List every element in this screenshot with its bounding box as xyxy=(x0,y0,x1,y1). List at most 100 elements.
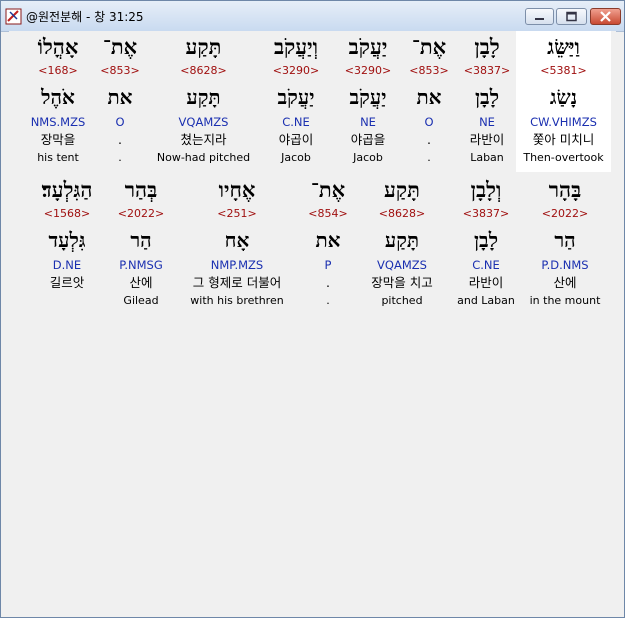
strong-number[interactable]: <3837> xyxy=(450,206,522,222)
word-block[interactable]: וְיַעֲקֹב <3290> יַעֲקֹב C.NE 야곱이 Jacob xyxy=(259,31,333,166)
strong-number[interactable]: <853> xyxy=(404,63,454,79)
strong-number[interactable]: <3837> xyxy=(457,63,517,79)
word-block[interactable]: אֶחָיו <251> אָח NMP.MZS 그 형제로 더불어 with … xyxy=(175,174,299,309)
strong-number[interactable]: <3290> xyxy=(259,63,333,79)
minimize-button[interactable] xyxy=(525,8,554,25)
lemma: את xyxy=(107,85,133,109)
strong-number[interactable]: <5381> xyxy=(516,63,611,79)
morphology: P.NMSG xyxy=(119,258,163,272)
english-gloss: . xyxy=(427,151,431,164)
analysis-panel: וַיַּשֵּׂג <5381> נָשַׂג CW.VHIMZS 쫓아 미치… xyxy=(9,31,616,609)
word-block[interactable]: יַעֲקֹב <3290> יַעֲקֹב NE 야곱을 Jacob xyxy=(336,31,400,166)
morphology: C.NE xyxy=(282,115,310,129)
morphology: CW.VHIMZS xyxy=(530,115,597,129)
close-icon xyxy=(600,11,611,22)
lemma: לָבָן xyxy=(473,228,499,252)
korean-gloss: 장막을 치고 xyxy=(371,275,433,290)
lemma: אָח xyxy=(224,228,250,252)
maximize-button[interactable] xyxy=(556,8,587,25)
english-gloss: Gilead xyxy=(123,294,159,307)
hebrew-word: הַגִּלְעָד׃ xyxy=(41,177,93,202)
lemma: נָשַׂג xyxy=(549,85,578,109)
close-button[interactable] xyxy=(590,8,621,25)
title-bar[interactable]: @원전분해 - 창 31:25 xyxy=(1,1,624,32)
lemma: הַר xyxy=(130,228,152,252)
hebrew-word: אֶת־ xyxy=(411,34,447,59)
morphology: C.NE xyxy=(472,258,500,272)
lemma: את xyxy=(315,228,341,252)
english-gloss: pitched xyxy=(381,294,423,307)
strong-number[interactable]: <853> xyxy=(97,63,143,79)
word-block[interactable]: וַיַּשֵּׂג <5381> נָשַׂג CW.VHIMZS 쫓아 미치… xyxy=(516,31,611,172)
english-gloss: Now-had pitched xyxy=(156,151,251,164)
english-gloss: his tent xyxy=(37,151,79,164)
korean-gloss: 산에 xyxy=(129,275,153,290)
hebrew-word: בָּהָר xyxy=(548,177,582,202)
lemma: גִּלְעָד xyxy=(48,228,86,252)
english-gloss: with his brethren xyxy=(190,294,284,307)
morphology: NE xyxy=(360,115,376,129)
strong-number[interactable]: <168> xyxy=(19,63,97,79)
hebrew-word: יַעֲקֹב xyxy=(348,34,388,59)
word-block[interactable]: אָהֳלוֹ <168> אֹהֶל NMS.MZS 장막을 his tent xyxy=(19,31,97,166)
word-block[interactable]: תָּקַע <8628> תָּקַע VQAMZS 장막을 치고 pitch… xyxy=(358,174,446,309)
korean-gloss: 그 형제로 더불어 xyxy=(192,275,282,290)
lemma: הַר xyxy=(554,228,576,252)
strong-number[interactable]: <251> xyxy=(175,206,299,222)
morphology: O xyxy=(115,115,125,129)
strong-number[interactable]: <1568> xyxy=(25,206,109,222)
strong-number[interactable]: <2022> xyxy=(110,206,172,222)
morphology: P.D.NMS xyxy=(541,258,589,272)
hebrew-word: וְלָבָן xyxy=(470,177,502,202)
hebrew-word: אֶחָיו xyxy=(218,177,256,202)
word-block[interactable]: וְלָבָן <3837> לָבָן C.NE 라반이 and Laban xyxy=(450,174,522,309)
word-block[interactable]: אֶת־ <853> את O . . xyxy=(97,31,143,166)
korean-gloss: 장막을 xyxy=(40,132,76,147)
word-block[interactable]: אֶת־ <854> את P . . xyxy=(303,174,353,309)
strong-number[interactable]: <3290> xyxy=(336,63,400,79)
lemma: יַעֲקֹב xyxy=(349,85,387,109)
strong-number[interactable]: <2022> xyxy=(523,206,607,222)
word-block[interactable]: הַגִּלְעָד׃ <1568> גִּלְעָד D.NE 길르앗 xyxy=(25,174,109,309)
word-block[interactable]: לָבָן <3837> לָבָן NE 라반이 Laban xyxy=(457,31,517,166)
hebrew-word: אָהֳלוֹ xyxy=(37,34,79,59)
morphology: NE xyxy=(479,115,495,129)
word-block[interactable]: בְּהַר <2022> הַר P.NMSG 산에 Gilead xyxy=(110,174,172,309)
maximize-icon xyxy=(566,11,577,22)
korean-gloss: 쳤는지라 xyxy=(180,132,227,147)
korean-gloss: 라반이 xyxy=(468,275,504,290)
english-gloss: Jacob xyxy=(281,151,311,164)
lemma: תָּקַע xyxy=(186,85,221,109)
hebrew-word: וְיַעֲקֹב xyxy=(273,34,319,59)
english-gloss: in the mount xyxy=(529,294,601,307)
lemma: את xyxy=(416,85,442,109)
word-block[interactable]: תָּקַע <8628> תָּקַע VQAMZS 쳤는지라 Now-had… xyxy=(152,31,255,166)
strong-number[interactable]: <8628> xyxy=(152,63,255,79)
hebrew-word: בְּהַר xyxy=(124,177,158,202)
hebrew-word: אֶת־ xyxy=(102,34,138,59)
strong-number[interactable]: <854> xyxy=(303,206,353,222)
hebrew-word: אֶת־ xyxy=(310,177,346,202)
lemma: תָּקַע xyxy=(384,228,420,252)
english-gloss xyxy=(25,292,109,309)
english-gloss: Jacob xyxy=(353,151,383,164)
app-window: @원전분해 - 창 31:25 וַיַּשֵּׂג <5381> נָשַׂג… xyxy=(0,0,625,618)
lemma: יַעֲקֹב xyxy=(277,85,315,109)
morphology: VQAMZS xyxy=(178,115,229,129)
english-gloss: Then-overtook xyxy=(523,151,604,164)
word-block[interactable]: בָּהָר <2022> הַר P.D.NMS 산에 in the moun… xyxy=(523,174,607,309)
hebrew-word: לָבָן xyxy=(474,34,500,59)
english-gloss: and Laban xyxy=(457,294,515,307)
word-block[interactable]: אֶת־ <853> את O . . xyxy=(404,31,454,166)
morphology: NMS.MZS xyxy=(30,115,86,129)
strong-number[interactable]: <8628> xyxy=(358,206,446,222)
morphology: NMP.MZS xyxy=(210,258,264,272)
morphology: D.NE xyxy=(52,258,82,272)
minimize-icon xyxy=(535,18,544,20)
hebrew-word: תָּקַע xyxy=(384,177,420,202)
korean-gloss: . xyxy=(118,132,122,147)
korean-gloss: . xyxy=(326,275,330,290)
hebrew-word: וַיַּשֵּׂג xyxy=(547,34,580,59)
window-title: @원전분해 - 창 31:25 xyxy=(26,10,144,24)
lemma: לָבָן xyxy=(474,85,500,109)
